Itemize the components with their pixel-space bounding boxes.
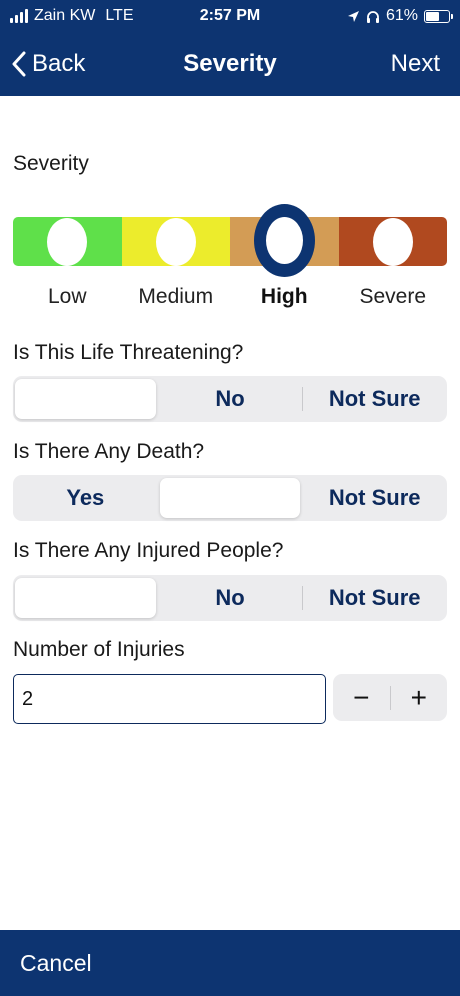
injuries-label: Number of Injuries [13, 638, 185, 661]
injuries-stepper[interactable]: − + [333, 674, 447, 721]
death-control[interactable]: Yes Not Sure [13, 475, 447, 521]
severity-segment-medium[interactable] [121, 217, 230, 266]
death-option-yes[interactable]: Yes [13, 475, 158, 521]
death-question: Is There Any Death? [13, 440, 205, 463]
severity-level-severe: Severe [359, 285, 427, 308]
injured-option-no[interactable]: No [158, 575, 303, 621]
injuries-input[interactable]: 2 [13, 674, 326, 724]
severity-knob-low[interactable] [47, 217, 88, 266]
life-threatening-option-1[interactable] [13, 376, 158, 422]
increment-button[interactable]: + [391, 674, 448, 721]
location-arrow-icon [347, 10, 359, 22]
cancel-button[interactable]: Cancel [20, 950, 92, 977]
status-bar: Zain KW LTE 2:57 PM 61% [0, 0, 460, 34]
injured-option-not-sure[interactable]: Not Sure [302, 575, 447, 621]
battery-icon [424, 9, 453, 23]
injured-option-1[interactable] [13, 575, 158, 621]
severity-level-low: Low [47, 285, 87, 308]
severity-level-labels: Low Medium High Severe [13, 285, 447, 309]
severity-knob-medium[interactable] [155, 217, 196, 266]
decrement-button[interactable]: − [333, 674, 390, 721]
severity-segment-severe[interactable] [338, 217, 447, 266]
severity-knob-selected[interactable] [254, 204, 315, 277]
top-bar: Zain KW LTE 2:57 PM 61% Back Severity Ne… [0, 0, 460, 96]
severity-level-high: High [260, 285, 308, 308]
next-button[interactable]: Next [391, 50, 440, 78]
headphones-icon [366, 10, 379, 23]
battery-percent: 61% [385, 7, 418, 24]
death-option-2[interactable] [158, 475, 303, 521]
injured-question: Is There Any Injured People? [13, 539, 284, 562]
status-right: 61% [347, 7, 453, 25]
severity-level-medium: Medium [138, 285, 214, 308]
nav-bar: Back Severity Next [0, 34, 460, 96]
bottom-bar: Cancel [0, 930, 460, 996]
death-option-not-sure[interactable]: Not Sure [302, 475, 447, 521]
severity-label: Severity [13, 152, 89, 175]
life-threatening-control[interactable]: No Not Sure [13, 376, 447, 422]
severity-segment-low[interactable] [13, 217, 122, 266]
life-threatening-question: Is This Life Threatening? [13, 341, 244, 364]
severity-knob-severe[interactable] [372, 217, 413, 266]
life-threatening-option-no[interactable]: No [158, 376, 303, 422]
injured-control[interactable]: No Not Sure [13, 575, 447, 621]
severity-slider[interactable] [13, 217, 447, 266]
life-threatening-option-not-sure[interactable]: Not Sure [302, 376, 447, 422]
injuries-value: 2 [22, 687, 34, 710]
